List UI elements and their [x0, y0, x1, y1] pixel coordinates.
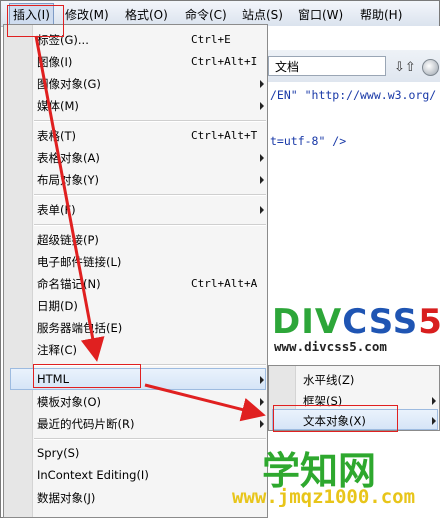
arrow-html-to-text-objects: [144, 383, 266, 422]
watermark-url: www.jmqz1000.com: [232, 486, 416, 508]
arrow-insert-to-html: [34, 35, 105, 362]
